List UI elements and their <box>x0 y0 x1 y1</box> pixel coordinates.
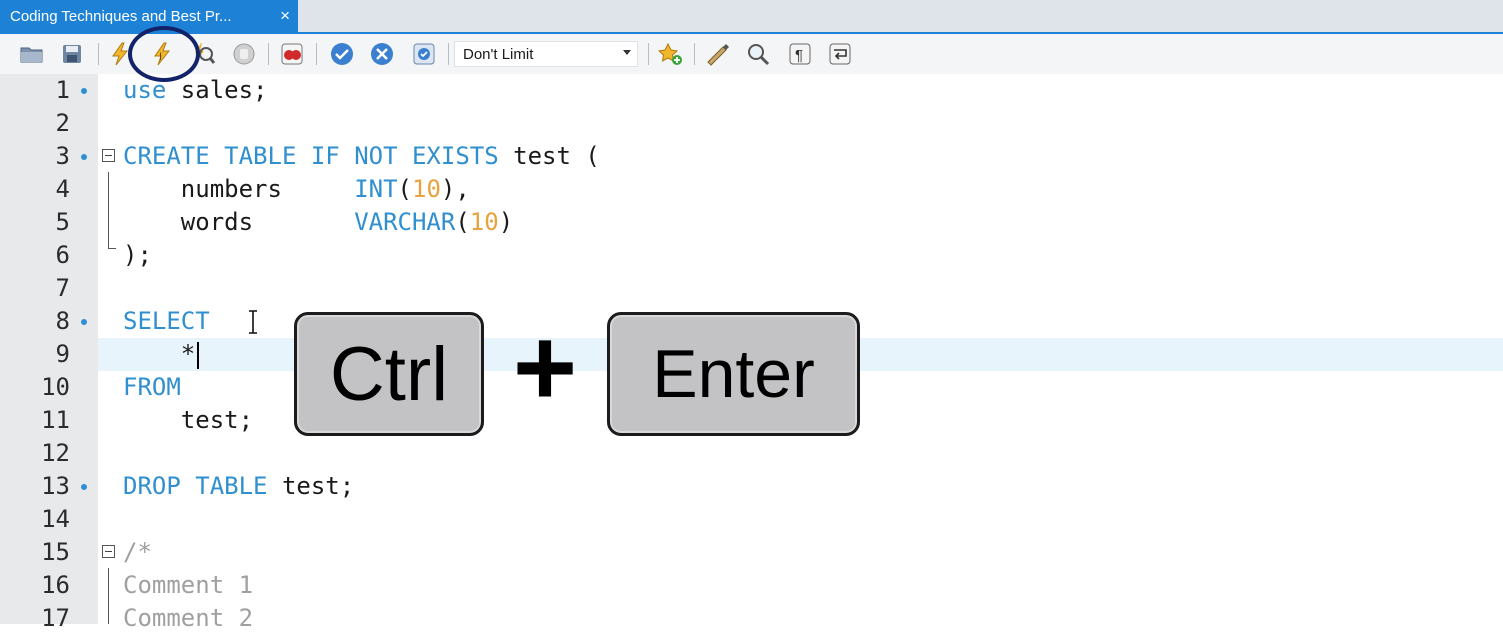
code-line: 12 <box>0 437 1503 470</box>
autocommit-icon[interactable] <box>410 40 438 68</box>
code-line: 2 <box>0 107 1503 140</box>
open-folder-icon[interactable] <box>18 40 46 68</box>
annotation-circle <box>128 26 200 82</box>
code-line: 6 ); <box>0 239 1503 272</box>
limit-select-value: Don't Limit <box>463 45 534 63</box>
line-number: 17 <box>41 604 70 632</box>
rollback-icon[interactable] <box>368 40 396 68</box>
line-number: 7 <box>55 274 70 302</box>
toolbar-separator <box>448 43 449 65</box>
fold-toggle-icon[interactable] <box>102 149 115 162</box>
beautify-icon[interactable] <box>704 40 732 68</box>
tab-title: Coding Techniques and Best Pr... <box>10 7 232 25</box>
code-text: numbers INT(10), <box>123 175 470 203</box>
code-line: 15 /* <box>0 536 1503 569</box>
code-text: ); <box>123 241 152 269</box>
code-text: DROP TABLE test; <box>123 472 355 500</box>
code-line: 3 CREATE TABLE IF NOT EXISTS test ( <box>0 140 1503 173</box>
toolbar-separator <box>694 43 695 65</box>
line-number: 4 <box>55 175 70 203</box>
line-number: 12 <box>41 439 70 467</box>
line-number: 5 <box>55 208 70 236</box>
line-number: 9 <box>55 340 70 368</box>
code-text: * <box>123 340 196 368</box>
code-line: 17 Comment 2 <box>0 602 1503 635</box>
ctrl-key-overlay: Ctrl <box>294 312 484 436</box>
code-text: FROM <box>123 373 181 401</box>
line-number: 13 <box>41 472 70 500</box>
line-number: 11 <box>41 406 70 434</box>
line-number: 10 <box>41 373 70 401</box>
editor-tab[interactable]: Coding Techniques and Best Pr... × <box>0 0 298 32</box>
toolbar-separator <box>316 43 317 65</box>
enter-key-overlay: Enter <box>607 312 860 436</box>
line-number: 14 <box>41 505 70 533</box>
sql-toolbar: I Don't Limit ¶ <box>0 34 1503 74</box>
toolbar-separator <box>648 43 649 65</box>
statement-marker <box>81 319 87 325</box>
code-text: words VARCHAR(10) <box>123 208 514 236</box>
chevron-down-icon <box>623 50 631 55</box>
code-text: /* <box>123 538 152 566</box>
code-text: CREATE TABLE IF NOT EXISTS test ( <box>123 142 600 170</box>
save-icon[interactable] <box>58 40 86 68</box>
line-number: 8 <box>55 307 70 335</box>
line-number: 1 <box>55 76 70 104</box>
tab-strip: Coding Techniques and Best Pr... × <box>0 0 1503 34</box>
commit-icon[interactable] <box>328 40 356 68</box>
line-number: 15 <box>41 538 70 566</box>
code-text: use sales; <box>123 76 268 104</box>
find-icon[interactable] <box>744 40 772 68</box>
code-line: 7 <box>0 272 1503 305</box>
add-snippet-icon[interactable] <box>656 40 684 68</box>
statement-marker <box>81 88 87 94</box>
close-icon[interactable]: × <box>280 6 290 26</box>
stop-on-error-icon[interactable] <box>278 40 306 68</box>
invisible-chars-icon[interactable]: ¶ <box>786 40 814 68</box>
line-number: 6 <box>55 241 70 269</box>
code-text: SELECT <box>123 307 210 335</box>
ibeam-cursor-icon <box>249 310 257 334</box>
line-number: 3 <box>55 142 70 170</box>
code-text: Comment 1 <box>123 571 254 599</box>
line-number: 16 <box>41 571 70 599</box>
code-line: 5 words VARCHAR(10) <box>0 206 1503 239</box>
fold-toggle-icon[interactable] <box>102 545 115 558</box>
code-line: 4 numbers INT(10), <box>0 173 1503 206</box>
code-line: 14 <box>0 503 1503 536</box>
text-cursor <box>197 342 199 369</box>
limit-rows-select[interactable]: Don't Limit <box>454 41 638 67</box>
code-line: 1 use sales; <box>0 74 1503 107</box>
code-text: test; <box>123 406 254 434</box>
toolbar-separator <box>268 43 269 65</box>
plus-sign: + <box>512 306 578 429</box>
stop-icon[interactable] <box>230 40 258 68</box>
statement-marker <box>81 484 87 490</box>
toolbar-separator <box>98 43 99 65</box>
code-line: 13 DROP TABLE test; <box>0 470 1503 503</box>
code-text: Comment 2 <box>123 604 254 632</box>
svg-text:¶: ¶ <box>795 47 803 64</box>
statement-marker <box>81 154 87 160</box>
code-line: 16 Comment 1 <box>0 569 1503 602</box>
line-number: 2 <box>55 109 70 137</box>
word-wrap-icon[interactable] <box>826 40 854 68</box>
